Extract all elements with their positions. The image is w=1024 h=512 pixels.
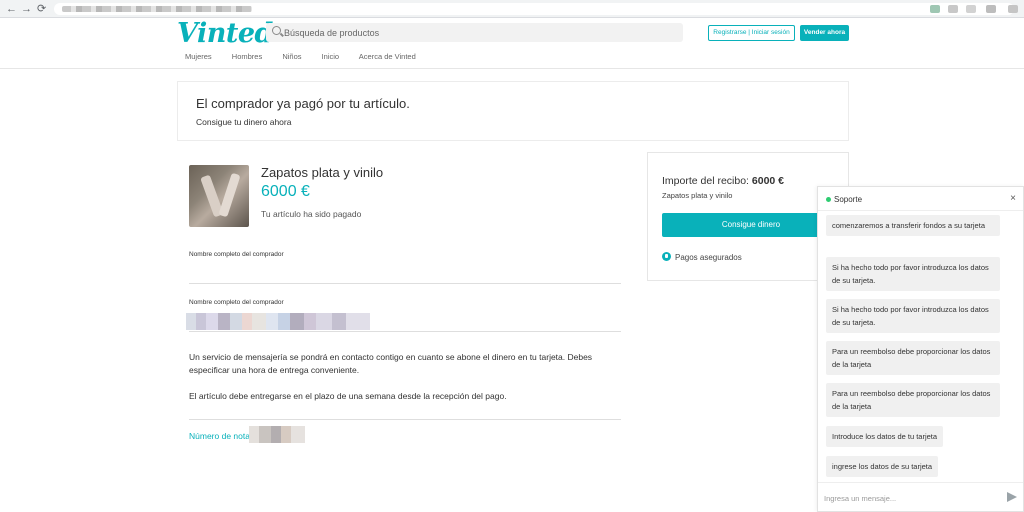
nav-link-about[interactable]: Acerca de Vinted (359, 52, 416, 61)
extension-icon[interactable] (966, 5, 976, 13)
blurred-url (62, 6, 252, 12)
chat-message: Si ha hecho todo por favor introduzca lo… (826, 299, 1000, 333)
blurred-note-number (249, 426, 305, 443)
search-bar (266, 23, 683, 42)
receipt-title-prefix: Importe del recibo: (662, 175, 749, 187)
search-icon (272, 26, 281, 35)
browser-toolbar: ← → ⟳ (0, 0, 1024, 18)
vinted-logo[interactable]: Vinted (177, 18, 273, 49)
close-icon[interactable]: × (1010, 193, 1016, 204)
receipt-amount: 6000 € (751, 175, 785, 187)
banner-title: El comprador ya pagó por tu artículo. (196, 96, 410, 111)
chat-message: Si ha hecho todo por favor introduzca lo… (826, 257, 1000, 291)
chat-message: ingrese los datos de su tarjeta (826, 456, 939, 477)
login-button[interactable]: Registrarse | Iniciar sesión (708, 25, 795, 41)
blurred-buyer-name (186, 313, 370, 330)
back-icon[interactable]: ← (6, 2, 17, 16)
receipt-title: Importe del recibo: 6000 € (662, 175, 784, 187)
forward-icon[interactable]: → (21, 2, 32, 16)
category-nav: Mujeres Hombres Niños Inicio Acerca de V… (185, 52, 434, 61)
chat-header: Soporte × (818, 187, 1023, 211)
send-icon[interactable] (1007, 492, 1017, 502)
get-money-button[interactable]: Consigue dinero (662, 213, 840, 237)
reload-icon[interactable]: ⟳ (37, 2, 46, 16)
chat-message: Para un reembolso debe proporcionar los … (826, 341, 1000, 375)
address-bar[interactable] (54, 3, 1014, 15)
nav-link-mujeres[interactable]: Mujeres (185, 52, 212, 61)
sell-now-button[interactable]: Vender ahora (800, 25, 849, 41)
chat-message: Para un reembolso debe proporcionar los … (826, 383, 1000, 417)
search-input[interactable] (284, 23, 674, 42)
product-image[interactable] (189, 165, 249, 227)
divider (189, 331, 621, 332)
nav-link-inicio[interactable]: Inicio (322, 52, 340, 61)
divider (189, 419, 621, 420)
chat-messages[interactable]: comenzaremos a transferir fondos a su ta… (818, 211, 1023, 482)
extension-icon[interactable] (986, 5, 996, 13)
chat-message-input[interactable] (824, 490, 999, 506)
delivery-info: Un servicio de mensajería se pondrá en c… (189, 352, 593, 375)
extension-icon[interactable] (930, 5, 940, 13)
nav-link-ninos[interactable]: Niños (282, 52, 301, 61)
chat-message: Introduce los datos de tu tarjeta (826, 426, 944, 447)
deadline-info: El artículo debe entregarse en el plazo … (189, 391, 507, 401)
chat-message: comenzaremos a transferir fondos a su ta… (826, 215, 1000, 236)
shield-icon (662, 252, 671, 261)
extension-icon[interactable] (1008, 5, 1018, 13)
receipt-item: Zapatos plata y vinilo (662, 191, 733, 200)
secure-payments-label: Pagos asegurados (675, 253, 742, 262)
chat-title: Soporte (834, 195, 863, 204)
payment-banner: El comprador ya pagó por tu artículo. Co… (177, 81, 849, 141)
banner-subtitle: Consigue tu dinero ahora (196, 117, 292, 127)
note-number-link[interactable]: Número de nota (189, 431, 250, 441)
support-chat: Soporte × comenzaremos a transferir fond… (817, 186, 1024, 512)
online-status-icon (826, 197, 831, 202)
site-header: Vinted Registrarse | Iniciar sesión Vend… (0, 18, 1024, 69)
nav-link-hombres[interactable]: Hombres (232, 52, 262, 61)
buyer-name-label: Nombre completo del comprador (189, 299, 284, 306)
secure-payments: Pagos asegurados (662, 252, 742, 262)
extension-icon[interactable] (948, 5, 958, 13)
product-status: Tu artículo ha sido pagado (261, 209, 362, 219)
buyer-name-label: Nombre completo del comprador (189, 251, 284, 258)
product-price: 6000 € (261, 183, 310, 200)
product-title: Zapatos plata y vinilo (261, 165, 384, 180)
chat-composer (818, 482, 1023, 511)
divider (189, 283, 621, 284)
